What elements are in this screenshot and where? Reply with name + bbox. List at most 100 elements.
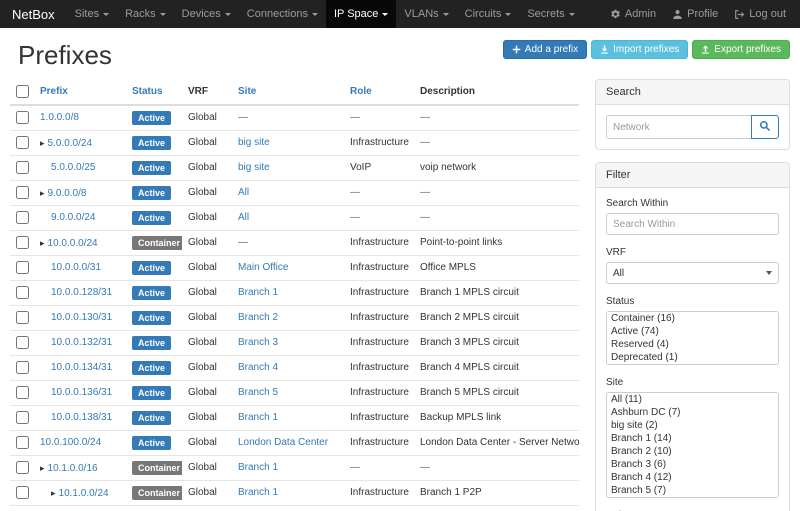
row-checkbox[interactable]: [16, 136, 29, 149]
search-input[interactable]: [606, 115, 751, 139]
site-link[interactable]: Branch 4: [238, 362, 278, 373]
nav-item-sites[interactable]: Sites: [67, 0, 117, 28]
nav-item-ip-space[interactable]: IP Space: [326, 0, 396, 28]
listbox-option[interactable]: Branch 3 (6): [607, 458, 778, 471]
site-link[interactable]: Branch 2: [238, 312, 278, 323]
nav-item-devices[interactable]: Devices: [174, 0, 239, 28]
column-header-status[interactable]: Status: [132, 86, 163, 97]
site-link[interactable]: All: [238, 212, 249, 223]
site-link[interactable]: All: [238, 187, 249, 198]
vrf-cell: Global: [188, 387, 217, 398]
row-checkbox[interactable]: [16, 461, 29, 474]
nav-log-out[interactable]: Log out: [726, 0, 794, 28]
prefix-link[interactable]: 10.0.0.136/31: [51, 387, 112, 398]
site-link[interactable]: Branch 1: [238, 412, 278, 423]
listbox-option[interactable]: Branch 1 (14): [607, 432, 778, 445]
prefix-link[interactable]: 5.0.0.0/25: [51, 162, 95, 173]
column-header-role[interactable]: Role: [350, 86, 372, 97]
description-cell: Backup MPLS link: [420, 412, 501, 423]
row-checkbox[interactable]: [16, 261, 29, 274]
site-link[interactable]: Branch 5: [238, 387, 278, 398]
row-checkbox[interactable]: [16, 236, 29, 249]
listbox-option[interactable]: Branch 2 (10): [607, 445, 778, 458]
table-row: 10.0.0.138/31ActiveGlobalBranch 1Infrast…: [10, 406, 579, 431]
nav-item-circuits[interactable]: Circuits: [457, 0, 520, 28]
nav-item-label: Circuits: [465, 8, 502, 20]
site-link[interactable]: Branch 1: [238, 487, 278, 498]
row-checkbox[interactable]: [16, 186, 29, 199]
nav-profile[interactable]: Profile: [664, 0, 726, 28]
site-link[interactable]: big site: [238, 162, 270, 173]
status-listbox[interactable]: Container (16)Active (74)Reserved (4)Dep…: [606, 311, 779, 365]
app-brand[interactable]: NetBox: [0, 0, 67, 28]
vrf-cell: Global: [188, 312, 217, 323]
column-header-site[interactable]: Site: [238, 86, 256, 97]
site-link[interactable]: Branch 1: [238, 462, 278, 473]
import-prefixes-button[interactable]: Import prefixes: [591, 40, 688, 59]
prefix-link[interactable]: 10.1.0.0/16: [48, 463, 98, 474]
export-prefixes-button[interactable]: Export prefixes: [692, 40, 790, 59]
site-link[interactable]: Main Office: [238, 262, 288, 273]
row-checkbox[interactable]: [16, 361, 29, 374]
row-checkbox[interactable]: [16, 161, 29, 174]
row-checkbox[interactable]: [16, 111, 29, 124]
search-button[interactable]: [751, 115, 779, 139]
page-header: Prefixes Add a prefixImport prefixesExpo…: [10, 32, 790, 79]
search-within-input[interactable]: [606, 213, 779, 235]
prefix-link[interactable]: 10.0.0.130/31: [51, 312, 112, 323]
prefix-link[interactable]: 10.0.0.128/31: [51, 287, 112, 298]
description-cell: Branch 1 P2P: [420, 487, 482, 498]
listbox-option[interactable]: Container (16): [607, 312, 778, 325]
nav-item-connections[interactable]: Connections: [239, 0, 326, 28]
listbox-option[interactable]: London Data Center (9): [607, 497, 778, 498]
listbox-option[interactable]: Deprecated (1): [607, 351, 778, 364]
prefix-link[interactable]: 5.0.0.0/24: [48, 138, 92, 149]
row-checkbox[interactable]: [16, 286, 29, 299]
prefix-link[interactable]: 9.0.0.0/24: [51, 212, 95, 223]
nav-item-secrets[interactable]: Secrets: [519, 0, 582, 28]
listbox-option[interactable]: big site (2): [607, 419, 778, 432]
listbox-option[interactable]: Ashburn DC (7): [607, 406, 778, 419]
site-link[interactable]: Branch 3: [238, 337, 278, 348]
prefix-link[interactable]: 10.0.0.132/31: [51, 337, 112, 348]
add-a-prefix-button[interactable]: Add a prefix: [503, 40, 587, 59]
row-checkbox[interactable]: [16, 336, 29, 349]
table-row: ▸9.0.0.0/8ActiveGlobalAll——: [10, 181, 579, 206]
listbox-option[interactable]: All (11): [607, 393, 778, 406]
listbox-option[interactable]: Branch 5 (7): [607, 484, 778, 497]
row-checkbox[interactable]: [16, 211, 29, 224]
listbox-option[interactable]: Active (74): [607, 325, 778, 338]
chevron-down-icon: [312, 13, 318, 16]
vrf-cell: Global: [188, 287, 217, 298]
prefix-link[interactable]: 10.0.0.0/31: [51, 262, 101, 273]
row-checkbox[interactable]: [16, 486, 29, 499]
prefix-link[interactable]: 10.0.0.134/31: [51, 362, 112, 373]
listbox-option[interactable]: Branch 4 (12): [607, 471, 778, 484]
nav-item-racks[interactable]: Racks: [117, 0, 174, 28]
vrf-cell: Global: [188, 487, 217, 498]
prefix-link[interactable]: 9.0.0.0/8: [48, 188, 87, 199]
status-badge: Active: [132, 211, 171, 225]
nav-admin[interactable]: Admin: [602, 0, 664, 28]
prefix-link[interactable]: 1.0.0.0/8: [40, 112, 79, 123]
row-checkbox[interactable]: [16, 411, 29, 424]
nav-item-vlans[interactable]: VLANs: [396, 0, 456, 28]
search-within-label: Search Within: [606, 198, 779, 209]
prefix-link[interactable]: 10.0.0.0/24: [48, 238, 98, 249]
status-badge: Container: [132, 461, 182, 475]
column-header-prefix[interactable]: Prefix: [40, 86, 68, 97]
site-link[interactable]: big site: [238, 137, 270, 148]
vrf-cell: Global: [188, 162, 217, 173]
listbox-option[interactable]: Reserved (4): [607, 338, 778, 351]
site-link[interactable]: London Data Center: [238, 437, 328, 448]
site-listbox[interactable]: All (11)Ashburn DC (7)big site (2)Branch…: [606, 392, 779, 498]
site-link[interactable]: Branch 1: [238, 287, 278, 298]
prefix-link[interactable]: 10.0.0.138/31: [51, 412, 112, 423]
vrf-select[interactable]: All: [606, 262, 779, 284]
row-checkbox[interactable]: [16, 311, 29, 324]
row-checkbox[interactable]: [16, 386, 29, 399]
prefix-link[interactable]: 10.0.100.0/24: [40, 437, 101, 448]
row-checkbox[interactable]: [16, 436, 29, 449]
select-all-checkbox[interactable]: [16, 85, 29, 98]
prefix-link[interactable]: 10.1.0.0/24: [59, 488, 109, 499]
